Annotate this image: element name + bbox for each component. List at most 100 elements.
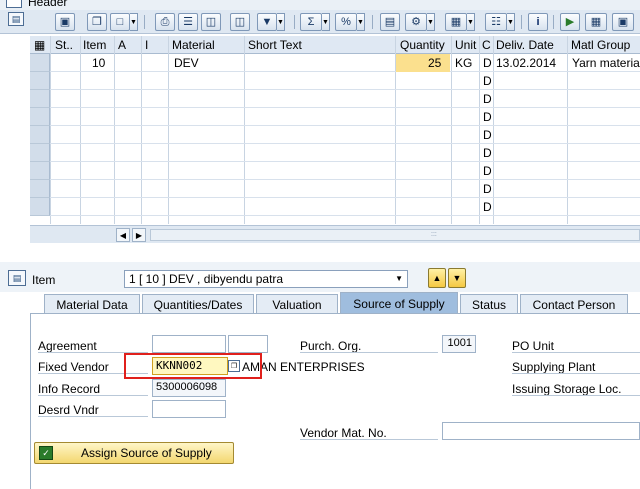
col-matl-group[interactable]: Matl Group bbox=[571, 38, 640, 52]
cell-material[interactable]: DEV bbox=[174, 56, 199, 70]
delete-icon[interactable]: □ bbox=[110, 13, 130, 31]
sum-dropdown-icon[interactable]: ▼ bbox=[322, 13, 330, 31]
tab-material-data[interactable]: Material Data bbox=[44, 294, 140, 314]
next-item-button[interactable]: ▼ bbox=[448, 268, 466, 288]
cell-c[interactable]: D bbox=[483, 56, 492, 70]
select-layout-icon[interactable]: ▦ bbox=[445, 13, 467, 31]
cell-c: D bbox=[483, 110, 492, 124]
table-row[interactable]: D bbox=[30, 198, 640, 216]
horizontal-scrollbar[interactable]: ::: bbox=[150, 229, 640, 241]
agreement-label: Agreement bbox=[38, 339, 97, 353]
tab-valuation[interactable]: Valuation bbox=[256, 294, 338, 314]
table-row[interactable]: D bbox=[30, 126, 640, 144]
subtotal-dropdown-icon[interactable]: ▼ bbox=[357, 13, 365, 31]
cell-matl-group[interactable]: Yarn materia bbox=[572, 56, 640, 70]
select-all-icon[interactable]: ▦ bbox=[34, 38, 48, 52]
purch-org-label: Purch. Org. bbox=[300, 339, 362, 353]
purch-org-field[interactable]: 1001 bbox=[442, 335, 476, 353]
header-title: Header bbox=[28, 0, 68, 9]
col-material[interactable]: Material bbox=[172, 38, 244, 52]
header-bar: Header bbox=[0, 0, 640, 10]
row-selector[interactable] bbox=[30, 108, 50, 126]
scroll-left-icon[interactable]: ◀ bbox=[116, 228, 130, 242]
hierarchy-icon[interactable]: ▦ bbox=[585, 13, 607, 31]
find-next-icon[interactable]: ◫ bbox=[230, 13, 250, 31]
arrow-up-icon: ▲ bbox=[432, 273, 442, 283]
col-item[interactable]: Item bbox=[83, 38, 113, 52]
find-icon[interactable]: ◫ bbox=[201, 13, 221, 31]
table-row[interactable]: D bbox=[30, 162, 640, 180]
row-selector[interactable] bbox=[30, 162, 50, 180]
filter-icon[interactable]: ☰ bbox=[178, 13, 198, 31]
item-grid: ▦ St.. Item A I Material Short Text Quan… bbox=[30, 36, 640, 224]
assign-source-button[interactable]: ✓ Assign Source of Supply bbox=[34, 442, 234, 464]
assign-source-label: Assign Source of Supply bbox=[81, 446, 212, 460]
cell-c: D bbox=[483, 128, 492, 142]
cell-deliv-date[interactable]: 13.02.2014 bbox=[496, 56, 556, 70]
info-record-field[interactable]: 5300006098 bbox=[152, 379, 226, 397]
col-short-text[interactable]: Short Text bbox=[248, 38, 393, 52]
table-row[interactable]: D bbox=[30, 108, 640, 126]
col-a[interactable]: A bbox=[118, 38, 138, 52]
agreement-field[interactable] bbox=[152, 335, 226, 353]
subtotal-icon[interactable]: % bbox=[335, 13, 357, 31]
table-row[interactable]: D bbox=[30, 90, 640, 108]
previous-item-button[interactable]: ▲ bbox=[428, 268, 446, 288]
row-selector[interactable] bbox=[30, 180, 50, 198]
sum-icon[interactable]: Σ bbox=[300, 13, 322, 31]
table-row[interactable]: D bbox=[30, 144, 640, 162]
copy-icon[interactable]: ❐ bbox=[87, 13, 107, 31]
columns-dropdown-icon[interactable]: ▼ bbox=[507, 13, 515, 31]
item-dropdown[interactable]: 1 [ 10 ] DEV , dibyendu patra ▼ bbox=[124, 270, 408, 288]
vendor-mat-field[interactable] bbox=[442, 422, 640, 440]
table-row[interactable]: 10 DEV 25 KG D 13.02.2014 Yarn materia bbox=[30, 54, 640, 72]
cell-unit[interactable]: KG bbox=[455, 56, 472, 70]
row-selector[interactable] bbox=[30, 90, 50, 108]
row-selector[interactable] bbox=[30, 126, 50, 144]
grid-toolbar: ▣ ❐ □ ▼ ⎙ ☰ ◫ ◫ ▼ ▼ Σ ▼ % ▼ ▤ ⚙ ▼ ▦ ▼ ☷ … bbox=[0, 10, 640, 34]
cell-c: D bbox=[483, 74, 492, 88]
header-icon[interactable] bbox=[6, 0, 22, 8]
collapse-item-icon[interactable]: ▤ bbox=[8, 270, 26, 286]
row-selector[interactable] bbox=[30, 72, 50, 90]
info-icon[interactable]: i bbox=[528, 13, 548, 31]
col-unit[interactable]: Unit bbox=[455, 38, 479, 52]
columns-icon[interactable]: ☷ bbox=[485, 13, 507, 31]
col-status[interactable]: St.. bbox=[55, 38, 79, 52]
filter-dropdown-icon[interactable]: ▼ bbox=[277, 13, 285, 31]
print-icon[interactable]: ⎙ bbox=[155, 13, 175, 31]
expand-header-icon[interactable]: ▤ bbox=[8, 12, 24, 26]
row-selector[interactable] bbox=[30, 198, 50, 216]
row-selector[interactable] bbox=[30, 144, 50, 162]
layout-dropdown-icon[interactable]: ▼ bbox=[427, 13, 435, 31]
tab-quantities-dates[interactable]: Quantities/Dates bbox=[142, 294, 254, 314]
cell-c: D bbox=[483, 92, 492, 106]
scroll-right-icon[interactable]: ▶ bbox=[132, 228, 146, 242]
desired-vendor-field[interactable] bbox=[152, 400, 226, 418]
cell-item[interactable]: 10 bbox=[92, 56, 105, 70]
set-filter-icon[interactable]: ▼ bbox=[257, 13, 277, 31]
settings-icon[interactable]: ▣ bbox=[612, 13, 634, 31]
select-layout-dropdown-icon[interactable]: ▼ bbox=[467, 13, 475, 31]
table-row[interactable]: D bbox=[30, 72, 640, 90]
tab-contact-person[interactable]: Contact Person bbox=[520, 294, 628, 314]
chevron-down-icon[interactable]: ▼ bbox=[395, 274, 403, 283]
detail-tabs: Material Data Quantities/Dates Valuation… bbox=[0, 292, 640, 314]
vendor-mat-label: Vendor Mat. No. bbox=[300, 426, 387, 440]
row-selector[interactable] bbox=[30, 54, 50, 72]
cell-quantity[interactable]: 25 bbox=[428, 56, 441, 70]
col-i[interactable]: I bbox=[145, 38, 165, 52]
tab-source-of-supply[interactable]: Source of Supply bbox=[340, 292, 458, 314]
table-row[interactable]: D bbox=[30, 180, 640, 198]
cell-c: D bbox=[483, 182, 492, 196]
delete-dropdown-icon[interactable]: ▼ bbox=[130, 13, 138, 31]
col-deliv-date[interactable]: Deliv. Date bbox=[496, 38, 566, 52]
col-quantity[interactable]: Quantity bbox=[400, 38, 452, 52]
agreement-item-field[interactable] bbox=[228, 335, 268, 353]
transfer-icon[interactable]: ▶ bbox=[560, 13, 580, 31]
item-selector-bar: ▤ Item 1 [ 10 ] DEV , dibyendu patra ▼ ▲… bbox=[0, 262, 640, 292]
layout-icon[interactable]: ⚙ bbox=[405, 13, 427, 31]
export-icon[interactable]: ▤ bbox=[380, 13, 400, 31]
details-icon[interactable]: ▣ bbox=[55, 13, 75, 31]
tab-status[interactable]: Status bbox=[460, 294, 518, 314]
